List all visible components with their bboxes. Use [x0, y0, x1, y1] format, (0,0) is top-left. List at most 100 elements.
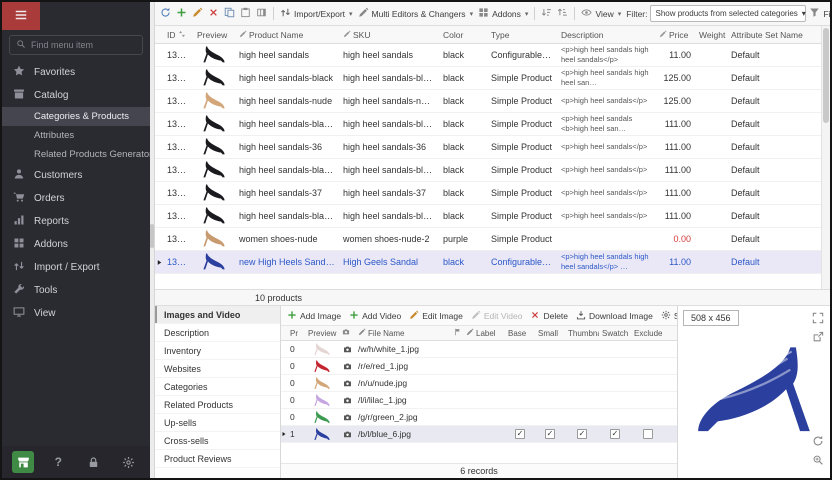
checkbox-small[interactable]: ✓ [535, 429, 565, 439]
column-header-description[interactable]: Description [557, 30, 655, 40]
column-header-swatch[interactable]: Swatch [599, 329, 631, 338]
columns-button[interactable] [254, 5, 269, 22]
media-row[interactable]: 1/b/l/blue_6.jpg✓✓✓✓ [281, 426, 677, 443]
search-input[interactable] [31, 40, 136, 50]
splitter-handle-icon[interactable] [150, 224, 154, 248]
import-export-menu[interactable]: Import/Export▾ [278, 5, 355, 22]
sidebar-item-favorites[interactable]: Favorites [2, 61, 150, 84]
addons-menu[interactable]: Addons▾ [476, 5, 530, 22]
scrollbar-thumb[interactable] [823, 28, 829, 123]
product-row[interactable]: 13737high heel sandals-36high heel sanda… [155, 136, 821, 159]
product-row[interactable]: 13736high heel sandals-black-36high heel… [155, 113, 821, 136]
download-image-button[interactable]: Download Image [573, 308, 656, 324]
filters-menu[interactable]: Filters▾ [807, 5, 830, 22]
filter-select[interactable]: Show products from selected categories▾ [650, 5, 806, 22]
tab-related-products[interactable]: Related Products [155, 396, 280, 414]
sidebar-item-catalog[interactable]: Catalog [2, 84, 150, 107]
copy-button[interactable] [222, 5, 237, 22]
media-row[interactable]: 0/l/i/lilac_1.jpg [281, 392, 677, 409]
checkbox-swatch-box[interactable]: ✓ [610, 429, 620, 439]
tab-up-sells[interactable]: Up-sells [155, 414, 280, 432]
checkbox-thumb-box[interactable]: ✓ [577, 429, 587, 439]
lock-button[interactable] [83, 451, 105, 473]
checkbox-small-box[interactable]: ✓ [545, 429, 555, 439]
set-resize-rule-button[interactable]: Set Resize Rule [658, 308, 677, 324]
products-scrollbar[interactable] [821, 26, 830, 289]
column-header-exclude[interactable]: Exclude [631, 329, 665, 338]
product-row[interactable]: 13740high heel sandals-black-38high heel… [155, 205, 821, 228]
sidebar-item-import-export[interactable]: Import / Export [2, 256, 150, 279]
multi-editors-menu[interactable]: Multi Editors & Changers▾ [356, 5, 476, 22]
column-header-base[interactable]: Base [505, 329, 535, 338]
product-row[interactable]: 13731high heel sandalshigh heel sandalsb… [155, 44, 821, 67]
checkbox-exclude[interactable] [631, 429, 665, 439]
sidebar-item-categories-products[interactable]: Categories & Products [2, 107, 150, 126]
store-button[interactable] [12, 451, 34, 473]
media-row[interactable]: 0/n/u/nude.jpg [281, 375, 677, 392]
column-header-thumbna[interactable]: Thumbna [565, 329, 599, 338]
column-header-attribute-set-name[interactable]: Attribute Set Name [727, 30, 821, 40]
column-header-file-name[interactable]: File Name [355, 328, 451, 338]
column-header-sku[interactable]: SKU [339, 30, 439, 40]
column-header-id[interactable]: ID [163, 30, 193, 40]
column-header-preview[interactable]: Preview [305, 329, 339, 338]
sidebar-item-orders[interactable]: Orders [2, 187, 150, 210]
product-row[interactable]: 13739high heel sandals-37high heel sanda… [155, 182, 821, 205]
sort-ascending-button[interactable] [539, 5, 554, 22]
checkbox-swatch[interactable]: ✓ [599, 429, 631, 439]
sidebar-item-customers[interactable]: Customers [2, 164, 150, 187]
tab-product-reviews[interactable]: Product Reviews [155, 450, 280, 468]
sidebar-item-attributes[interactable]: Attributes [2, 126, 150, 145]
tab-inventory[interactable]: Inventory [155, 342, 280, 360]
column-header-camera[interactable] [339, 328, 355, 338]
paste-button[interactable] [238, 5, 253, 22]
sidebar-item-related-products-generator[interactable]: Related Products Generator [2, 145, 150, 164]
column-header-color[interactable]: Color [439, 30, 487, 40]
sidebar-item-addons[interactable]: Addons [2, 233, 150, 256]
column-header-weight[interactable]: Weight [695, 30, 727, 40]
column-header-flag[interactable] [451, 328, 463, 338]
menu-button[interactable] [2, 2, 40, 30]
checkbox-base[interactable]: ✓ [505, 429, 535, 439]
checkbox-thumb[interactable]: ✓ [565, 429, 599, 439]
sort-descending-button[interactable] [555, 5, 570, 22]
edit-product-button[interactable] [190, 5, 205, 22]
tab-cross-sells[interactable]: Cross-sells [155, 432, 280, 450]
column-header-type[interactable]: Type [487, 30, 557, 40]
column-header-price[interactable]: Price [655, 30, 695, 40]
product-row[interactable]: 13931new High Heels SandalsHigh Geels Sa… [155, 251, 821, 274]
add-video-button[interactable]: Add Video [346, 308, 404, 324]
fullscreen-icon[interactable] [812, 311, 824, 329]
product-row[interactable]: 13733high heel sandals-nudehigh heel san… [155, 90, 821, 113]
open-external-icon[interactable] [812, 330, 824, 348]
column-header-small[interactable]: Small [535, 329, 565, 338]
checkbox-base-box[interactable]: ✓ [515, 429, 525, 439]
column-header-preview[interactable]: Preview [193, 30, 235, 40]
tab-websites[interactable]: Websites [155, 360, 280, 378]
tab-images-and-video[interactable]: Images and Video [155, 306, 280, 324]
view-menu[interactable]: View▾ [579, 5, 623, 22]
delete-product-button[interactable] [206, 5, 221, 22]
sidebar-search[interactable] [9, 35, 143, 55]
media-row[interactable]: 0/w/h/white_1.jpg [281, 341, 677, 358]
delete-image-button[interactable]: Delete [527, 308, 571, 324]
tab-categories[interactable]: Categories [155, 378, 280, 396]
settings-button[interactable] [118, 451, 140, 473]
refresh-button[interactable] [158, 5, 173, 22]
product-row[interactable]: 13738high heel sandals-black-37high heel… [155, 159, 821, 182]
add-product-button[interactable] [174, 5, 189, 22]
tab-description[interactable]: Description [155, 324, 280, 342]
rotate-image-icon[interactable] [812, 434, 824, 452]
media-row[interactable]: 0/g/r/green_2.jpg [281, 409, 677, 426]
help-button[interactable]: ? [47, 451, 69, 473]
add-image-button[interactable]: Add Image [284, 308, 344, 324]
sidebar-item-view[interactable]: View [2, 302, 150, 325]
product-row[interactable]: 13732high heel sandals-blackhigh heel sa… [155, 67, 821, 90]
column-header-product-name[interactable]: Product Name [235, 30, 339, 40]
media-row[interactable]: 0/r/e/red_1.jpg [281, 358, 677, 375]
zoom-image-icon[interactable] [812, 453, 824, 471]
edit-image-button[interactable]: Edit Image [406, 308, 466, 324]
column-header-pr[interactable]: Pr [287, 329, 305, 338]
panel-splitter[interactable] [150, 2, 155, 478]
sidebar-item-reports[interactable]: Reports [2, 210, 150, 233]
